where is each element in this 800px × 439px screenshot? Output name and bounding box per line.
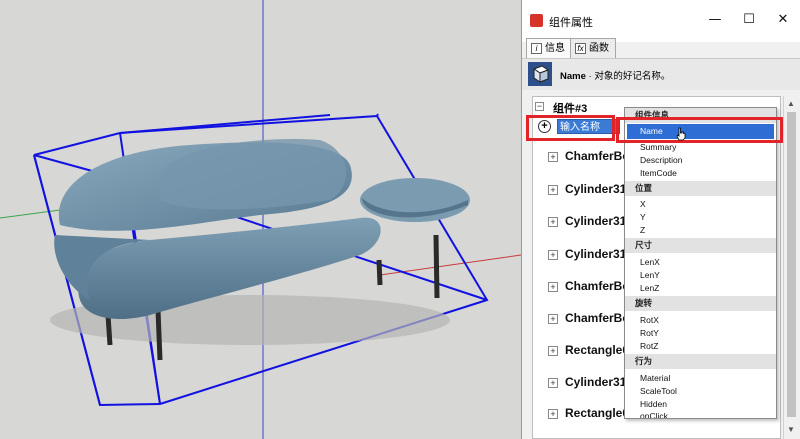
component-name: Cylinder312 bbox=[565, 182, 634, 196]
section-header: 位置 bbox=[625, 181, 776, 196]
maximize-button[interactable]: ☐ bbox=[738, 10, 760, 30]
component-group-label: 组件#3 bbox=[553, 103, 588, 115]
component-name: Cylinder313 bbox=[565, 214, 634, 228]
section-header: 尺寸 bbox=[625, 238, 776, 253]
dropdown-item[interactable]: onClick bbox=[640, 411, 668, 418]
dropdown-item[interactable]: ItemCode bbox=[640, 168, 677, 178]
tab-bar: i 信息 fx 函数 ↻ ƒx bbox=[522, 36, 800, 89]
dropdown-item[interactable]: Z bbox=[640, 225, 645, 235]
tab-info-label: 信息 bbox=[545, 43, 565, 54]
collapse-toggle[interactable]: − bbox=[535, 102, 544, 111]
hand-cursor-icon bbox=[676, 127, 686, 141]
dropdown-item[interactable]: RotZ bbox=[640, 341, 658, 351]
expand-toggle[interactable]: + bbox=[548, 409, 558, 419]
scroll-up-icon[interactable]: ▲ bbox=[787, 99, 795, 108]
expand-toggle[interactable]: + bbox=[548, 250, 558, 260]
dropdown-item[interactable]: ScaleTool bbox=[640, 386, 677, 396]
sofa-model-scene bbox=[0, 0, 521, 439]
dropdown-item[interactable]: LenY bbox=[640, 270, 660, 280]
highlight-name-option bbox=[616, 117, 783, 143]
highlight-name-input bbox=[526, 115, 615, 141]
section-header: 旋转 bbox=[625, 296, 776, 311]
expand-toggle[interactable]: + bbox=[548, 152, 558, 162]
expand-toggle[interactable]: + bbox=[548, 185, 558, 195]
expand-toggle[interactable]: + bbox=[548, 314, 558, 324]
scroll-down-icon[interactable]: ▼ bbox=[787, 425, 795, 434]
expand-toggle[interactable]: + bbox=[548, 282, 558, 292]
app-icon bbox=[530, 14, 543, 27]
attribute-dropdown-list[interactable]: 组件信息 Name Summary Description ItemCode 位… bbox=[624, 107, 777, 419]
minimize-button[interactable]: — bbox=[704, 10, 726, 30]
expand-toggle[interactable]: + bbox=[548, 346, 558, 356]
vertical-scrollbar[interactable]: ▲ ▼ bbox=[783, 96, 799, 439]
section-header: 行为 bbox=[625, 354, 776, 369]
dropdown-item[interactable]: Hidden bbox=[640, 399, 667, 409]
dropdown-item[interactable]: RotX bbox=[640, 315, 659, 325]
info-icon: i bbox=[531, 43, 542, 54]
dropdown-item[interactable]: X bbox=[640, 199, 646, 209]
tab-functions-label: 函数 bbox=[589, 43, 609, 54]
expand-toggle[interactable]: + bbox=[548, 217, 558, 227]
model-viewport[interactable] bbox=[0, 0, 521, 439]
dropdown-item[interactable]: Summary bbox=[640, 142, 676, 152]
dropdown-item[interactable]: RotY bbox=[640, 328, 659, 338]
component-name: Cylinder311 bbox=[565, 247, 633, 261]
dropdown-item[interactable]: LenZ bbox=[640, 283, 659, 293]
scroll-thumb[interactable] bbox=[787, 112, 796, 417]
close-button[interactable]: ✕ bbox=[772, 10, 794, 30]
hint-description: · 对象的好记名称。 bbox=[585, 71, 671, 82]
dropdown-item[interactable]: Description bbox=[640, 155, 683, 165]
hint-attribute-name: Name bbox=[560, 71, 586, 82]
function-icon: fx bbox=[575, 43, 586, 54]
dropdown-item[interactable]: Y bbox=[640, 212, 646, 222]
window-title: 组件属性 bbox=[549, 17, 593, 29]
dropdown-item[interactable]: Material bbox=[640, 373, 670, 383]
attribute-hint-bar: Name · 对象的好记名称。 bbox=[522, 58, 800, 90]
tab-info[interactable]: i 信息 bbox=[526, 38, 572, 58]
tab-functions[interactable]: fx 函数 bbox=[570, 38, 616, 58]
expand-toggle[interactable]: + bbox=[548, 378, 558, 388]
component-cube-icon bbox=[528, 62, 552, 86]
component-name: Cylinder310 bbox=[565, 375, 634, 389]
dropdown-item[interactable]: LenX bbox=[640, 257, 660, 267]
hint-text: Name · 对象的好记名称。 bbox=[560, 68, 670, 82]
